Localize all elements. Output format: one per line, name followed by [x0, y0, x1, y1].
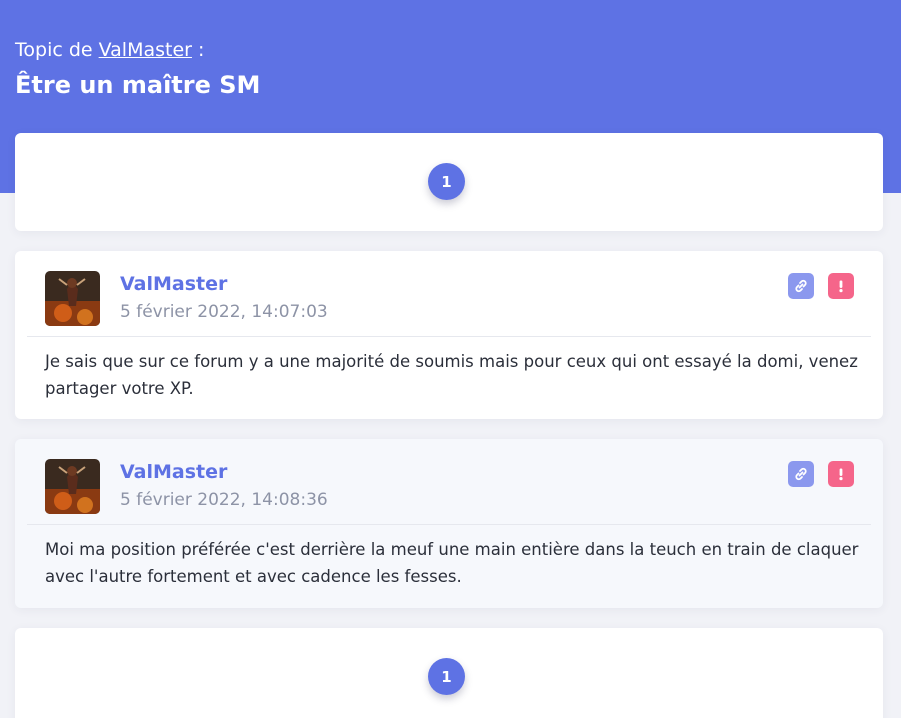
report-button[interactable]: [828, 461, 854, 487]
post-date: 5 février 2022, 14:07:03: [120, 302, 328, 322]
topic-prefix: Topic de: [15, 39, 93, 61]
post-author-link[interactable]: ValMaster: [120, 273, 227, 295]
link-icon: [795, 279, 807, 293]
topic-author-link[interactable]: ValMaster: [99, 39, 192, 61]
forum-post: ValMaster 5 février 2022, 14:07:03 Je sa…: [15, 251, 883, 419]
topic-byline: Topic de ValMaster :: [15, 38, 260, 62]
permalink-button[interactable]: [788, 461, 814, 487]
page-title: Être un maître SM: [15, 71, 261, 99]
post-divider: [27, 336, 871, 337]
avatar[interactable]: [45, 271, 100, 326]
link-icon: [795, 467, 807, 481]
exclamation-icon: [839, 280, 843, 293]
post-author-link[interactable]: ValMaster: [120, 461, 227, 483]
page-1-button[interactable]: 1: [428, 658, 465, 695]
pagination-bottom: 1: [15, 628, 883, 718]
pagination-top: 1: [15, 133, 883, 231]
report-button[interactable]: [828, 273, 854, 299]
post-body: Moi ma position préférée c'est derrière …: [45, 540, 859, 586]
forum-post: ValMaster 5 février 2022, 14:08:36 Moi m…: [15, 439, 883, 608]
topic-header: Topic de ValMaster : Être un maître SM: [15, 38, 260, 100]
post-body: Je sais que sur ce forum y a une majorit…: [45, 352, 858, 398]
post-date: 5 février 2022, 14:08:36: [120, 490, 328, 510]
exclamation-icon: [839, 468, 843, 481]
topic-suffix: :: [198, 39, 205, 61]
post-divider: [27, 524, 871, 525]
page-1-button[interactable]: 1: [428, 163, 465, 200]
permalink-button[interactable]: [788, 273, 814, 299]
avatar[interactable]: [45, 459, 100, 514]
